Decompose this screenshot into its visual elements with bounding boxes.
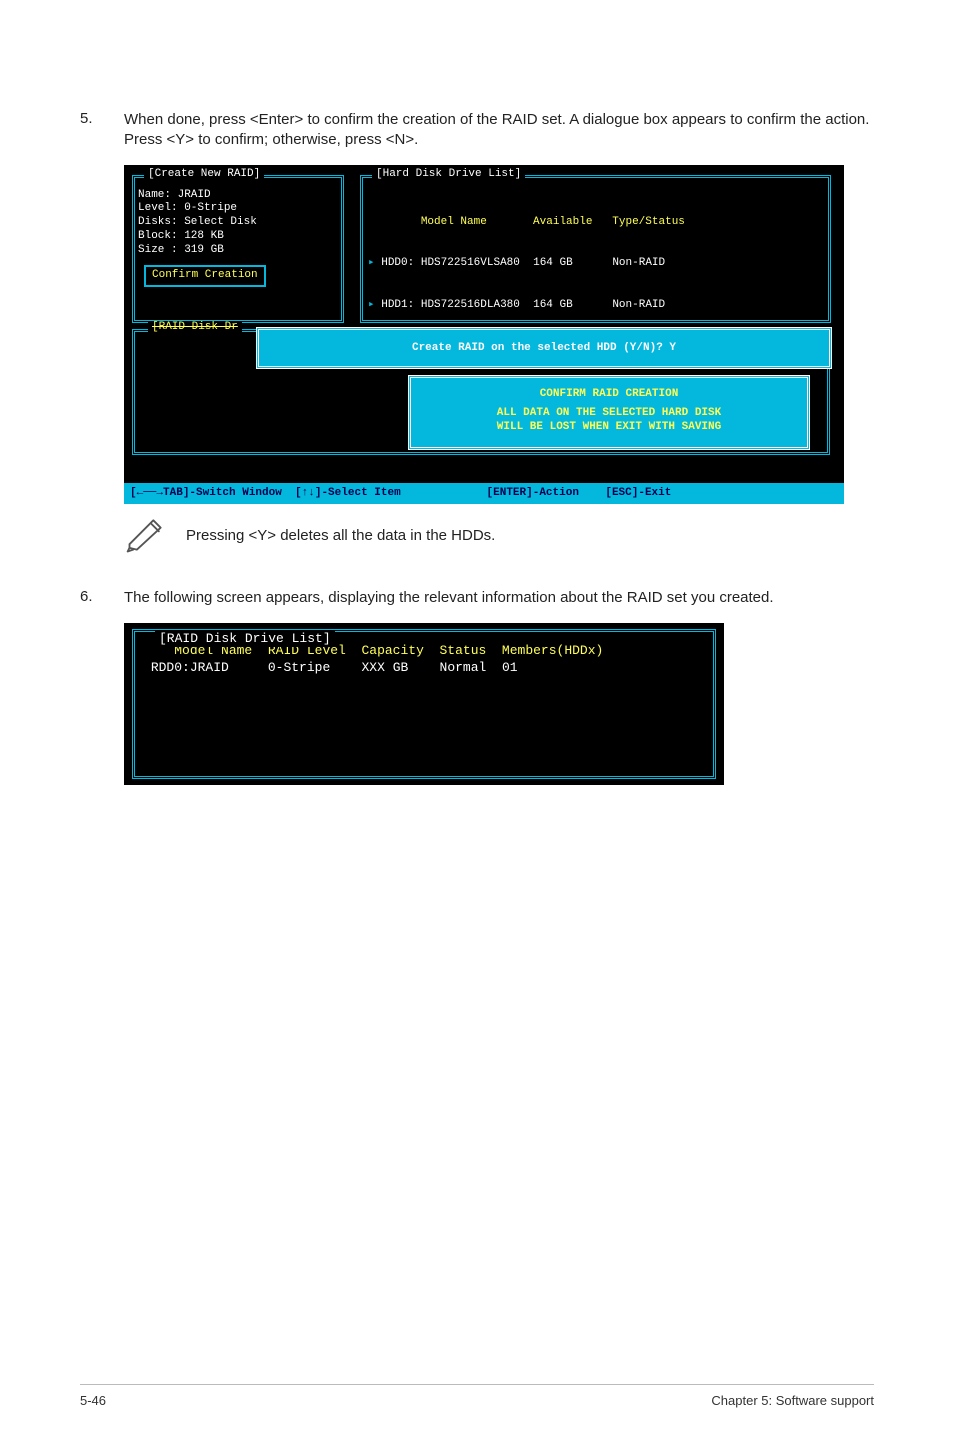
page-footer: 5-46 Chapter 5: Software support [80,1384,874,1408]
raid-disk-drive-title-truncated: [RAID Disk Dr [148,321,242,335]
raid-level-line: Level: 0-Stripe [138,202,334,216]
step-6-number: 6. [80,588,124,608]
step-5-text: When done, press <Enter> to confirm the … [124,110,874,151]
bios-confirm-screenshot: [Create New RAID] Name: JRAID Level: 0-S… [124,165,844,505]
confirm-raid-popup: CONFIRM RAID CREATION ALL DATA ON THE SE… [408,375,810,450]
foot-switch: [TAB]-Switch Window [130,487,282,501]
raid-size-line: Size : 319 GB [138,244,334,258]
step-5-number: 5. [80,110,124,151]
step-5: 5. When done, press <Enter> to confirm t… [80,110,874,151]
pencil-icon [124,516,168,554]
raid-list-row: RDD0:JRAID 0-Stripe XXX GB Normal 01 [143,659,705,677]
confirm-creation-button[interactable]: Confirm Creation [144,265,266,287]
warning-note-text: Pressing <Y> deletes all the data in the… [186,527,495,544]
bios-footer-bar: [TAB]-Switch Window []-Select Item [ENTE… [124,483,844,505]
create-new-raid-title: [Create New RAID] [144,168,264,182]
raid-list-title: [RAID Disk Drive List] [155,630,335,648]
hdd-list-content: Model Name Available Type/Status ▸ HDD0:… [368,189,824,340]
raid-disks-line: Disks: Select Disk [138,216,334,230]
step-6: 6. The following screen appears, display… [80,588,874,608]
raid-list-screenshot: [RAID Disk Drive List] Model Name RAID L… [124,623,724,785]
create-raid-popup[interactable]: Create RAID on the selected HDD (Y/N)? Y [256,327,832,369]
raid-block-line: Block: 128 KB [138,230,334,244]
foot-select: []-Select Item [295,487,401,501]
chapter-title: Chapter 5: Software support [711,1393,874,1408]
foot-action: [ENTER]-Action [487,487,579,501]
warning-note: Pressing <Y> deletes all the data in the… [124,516,874,554]
confirm-raid-line2: ALL DATA ON THE SELECTED HARD DISK [411,407,807,421]
hdd-list-title: [Hard Disk Drive List] [372,168,525,182]
hdd-row-0: ▸ HDD0: HDS722516VLSA80 164 GB Non-RAID [368,257,824,271]
create-new-raid-content: Name: JRAID Level: 0-Stripe Disks: Selec… [138,189,334,288]
raid-list-frame: [RAID Disk Drive List] Model Name RAID L… [132,629,716,779]
foot-exit: [ESC]-Exit [605,487,671,501]
create-raid-popup-text: Create RAID on the selected HDD (Y/N)? Y [412,342,676,354]
raid-name-line: Name: JRAID [138,189,334,203]
hdd-row-1: ▸ HDD1: HDS722516DLA380 164 GB Non-RAID [368,299,824,313]
confirm-raid-line1: CONFIRM RAID CREATION [411,388,807,402]
confirm-raid-line3: WILL BE LOST WHEN EXIT WITH SAVING [411,421,807,435]
page-number: 5-46 [80,1393,106,1408]
hdd-header-row: Model Name Available Type/Status [368,216,824,230]
step-6-text: The following screen appears, displaying… [124,588,874,608]
